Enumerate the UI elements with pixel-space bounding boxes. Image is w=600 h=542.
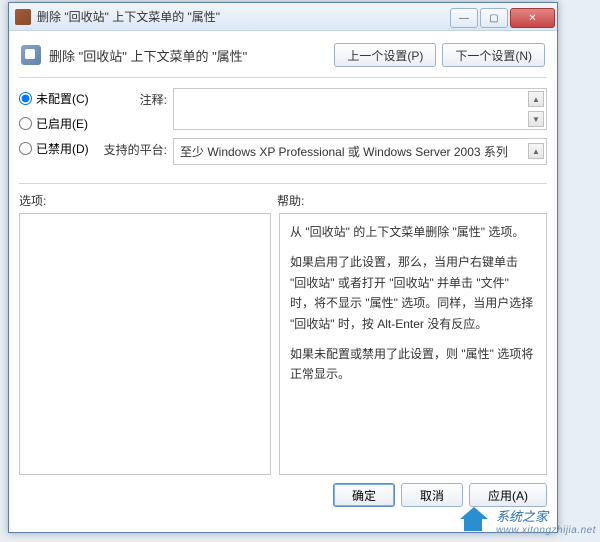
- window-title: 删除 "回收站" 上下文菜单的 "属性": [37, 8, 450, 25]
- options-label: 选项:: [19, 192, 277, 209]
- radio-disabled-label: 已禁用(D): [36, 140, 89, 157]
- platform-row: 支持的平台: 至少 Windows XP Professional 或 Wind…: [101, 138, 547, 165]
- help-label: 帮助:: [277, 192, 547, 209]
- platform-value: 至少 Windows XP Professional 或 Windows Ser…: [174, 139, 546, 164]
- radio-group: 未配置(C) 已启用(E) 已禁用(D): [19, 88, 101, 173]
- policy-icon: [21, 45, 41, 65]
- help-paragraph: 从 "回收站" 的上下文菜单删除 "属性" 选项。: [290, 222, 536, 242]
- next-setting-button[interactable]: 下一个设置(N): [442, 43, 545, 67]
- fields-column: 注释: ▲ ▼ 支持的平台: 至少 Windows XP Professiona…: [101, 88, 547, 173]
- minimize-button[interactable]: —: [450, 8, 478, 28]
- comment-field[interactable]: ▲ ▼: [173, 88, 547, 130]
- help-pane[interactable]: 从 "回收站" 的上下文菜单删除 "属性" 选项。 如果启用了此设置，那么，当用…: [279, 213, 547, 475]
- comment-label: 注释:: [101, 88, 173, 130]
- radio-disabled[interactable]: 已禁用(D): [19, 140, 101, 157]
- radio-not-configured-input[interactable]: [19, 92, 32, 105]
- dialog-window: 删除 "回收站" 上下文菜单的 "属性" — ▢ ✕ 删除 "回收站" 上下文菜…: [8, 2, 558, 533]
- options-pane[interactable]: [19, 213, 271, 475]
- lower-labels: 选项: 帮助:: [19, 184, 547, 213]
- content-area: 删除 "回收站" 上下文菜单的 "属性" 上一个设置(P) 下一个设置(N) 未…: [9, 31, 557, 517]
- radio-enabled-label: 已启用(E): [36, 115, 88, 132]
- header-row: 删除 "回收站" 上下文菜单的 "属性" 上一个设置(P) 下一个设置(N): [19, 39, 547, 78]
- radio-enabled[interactable]: 已启用(E): [19, 115, 101, 132]
- window-controls: — ▢ ✕: [450, 5, 557, 28]
- ok-button[interactable]: 确定: [333, 483, 395, 507]
- radio-not-configured-label: 未配置(C): [36, 90, 89, 107]
- radio-not-configured[interactable]: 未配置(C): [19, 90, 101, 107]
- platform-field: 至少 Windows XP Professional 或 Windows Ser…: [173, 138, 547, 165]
- titlebar: 删除 "回收站" 上下文菜单的 "属性" — ▢ ✕: [9, 3, 557, 31]
- comment-row: 注释: ▲ ▼: [101, 88, 547, 130]
- cancel-button[interactable]: 取消: [401, 483, 463, 507]
- scroll-up-icon[interactable]: ▲: [528, 91, 544, 107]
- scroll-up-icon[interactable]: ▲: [528, 143, 544, 159]
- close-button[interactable]: ✕: [510, 8, 555, 28]
- config-section: 未配置(C) 已启用(E) 已禁用(D) 注释: ▲ ▼: [19, 78, 547, 184]
- app-icon: [15, 9, 31, 25]
- scroll-down-icon[interactable]: ▼: [528, 111, 544, 127]
- dialog-buttons: 确定 取消 应用(A): [19, 475, 547, 507]
- help-paragraph: 如果未配置或禁用了此设置，则 "属性" 选项将正常显示。: [290, 344, 536, 385]
- maximize-button[interactable]: ▢: [480, 8, 508, 28]
- radio-enabled-input[interactable]: [19, 117, 32, 130]
- previous-setting-button[interactable]: 上一个设置(P): [334, 43, 436, 67]
- apply-button[interactable]: 应用(A): [469, 483, 547, 507]
- platform-label: 支持的平台:: [101, 138, 173, 165]
- radio-disabled-input[interactable]: [19, 142, 32, 155]
- policy-title: 删除 "回收站" 上下文菜单的 "属性": [49, 46, 328, 65]
- comment-value: [174, 89, 546, 97]
- help-paragraph: 如果启用了此设置，那么，当用户右键单击 "回收站" 或者打开 "回收站" 并单击…: [290, 252, 536, 334]
- panes: 从 "回收站" 的上下文菜单删除 "属性" 选项。 如果启用了此设置，那么，当用…: [19, 213, 547, 475]
